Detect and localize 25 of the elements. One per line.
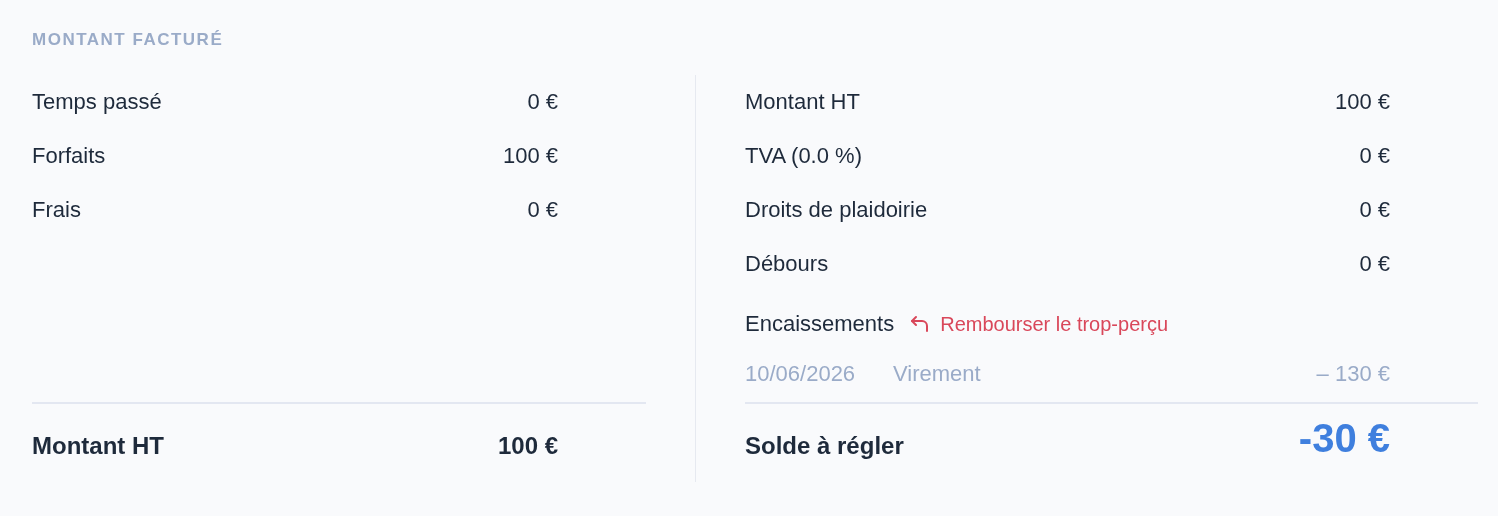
payment-method: Virement [893,361,982,387]
total-amount: 100 € [497,432,558,460]
row-amount: 0 € [527,89,558,115]
return-arrow-icon [910,315,931,333]
row-amount: 100 € [502,143,558,169]
balance-amount: -30 € [1298,415,1390,461]
row-label: Montant HT [745,89,861,115]
row-label: Droits de plaidoirie [745,197,929,223]
section-title: MONTANT FACTURÉ [32,30,225,51]
row-label: TVA (0.0 %) [745,143,863,169]
row-label: Débours [745,251,830,277]
payment-amount: – 130 € [1316,361,1390,387]
refund-link[interactable]: Rembourser le trop-perçu [910,312,1169,336]
row-label: Forfaits [32,143,107,169]
row-amount: 100 € [1334,89,1390,115]
payment-date: 10/06/2026 [745,361,857,387]
row-amount: 0 € [527,197,558,223]
row-amount: 0 € [1359,251,1390,277]
row-label: Temps passé [32,89,163,115]
row-amount: 0 € [1359,143,1390,169]
payments-label: Encaissements [745,311,895,337]
row-label: Frais [32,197,82,223]
balance-label: Solde à régler [745,432,905,460]
row-amount: 0 € [1359,197,1390,223]
total-label: Montant HT [32,432,165,460]
